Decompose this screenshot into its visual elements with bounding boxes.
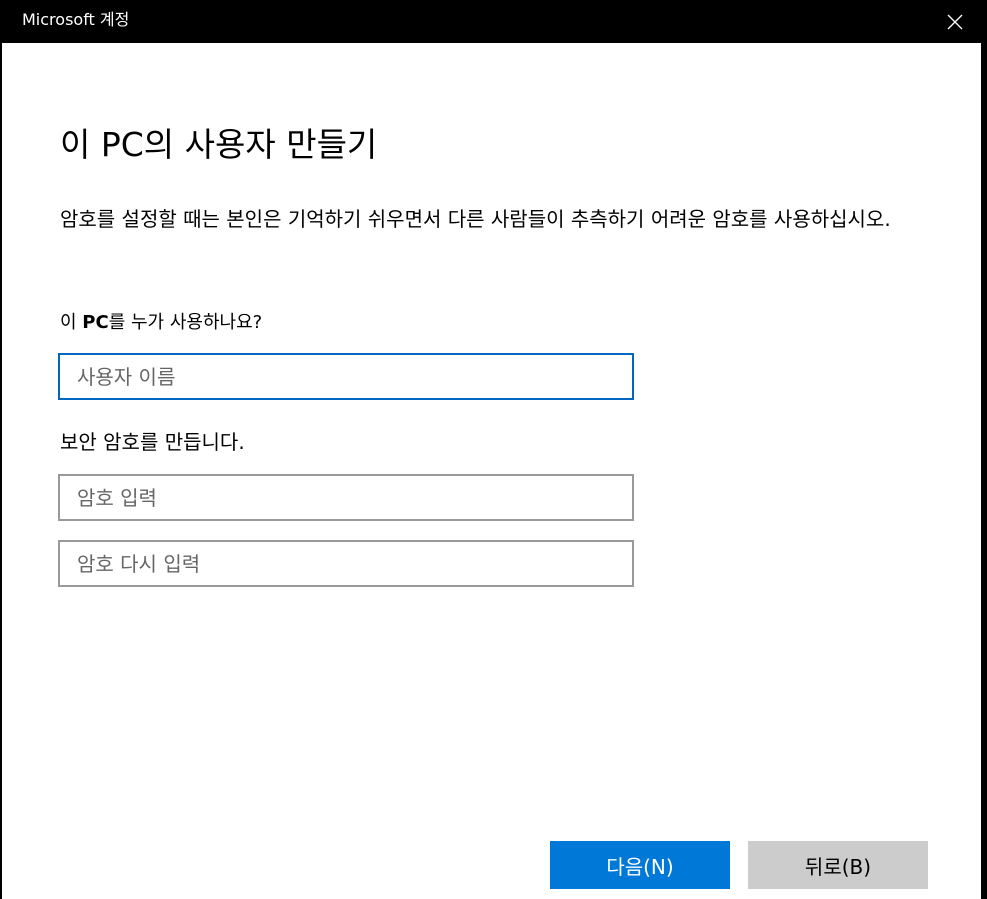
password-guidance-text: 암호를 설정할 때는 본인은 기억하기 쉬우면서 다른 사람들이 추측하기 어려…: [60, 207, 891, 231]
who-label-pc: PC: [82, 312, 109, 333]
page-title: 이 PC의 사용자 만들기: [60, 125, 378, 164]
close-icon: [947, 14, 963, 29]
dialog-window: Microsoft 계정 이 PC의 사용자 만들기 암호를 설정할 때는 본인…: [0, 0, 985, 899]
who-label-prefix: 이: [60, 312, 83, 333]
password-confirm-input[interactable]: [58, 540, 634, 587]
next-button[interactable]: 다음(N): [550, 841, 730, 889]
back-button[interactable]: 뒤로(B): [748, 841, 928, 889]
username-input[interactable]: [58, 353, 634, 400]
title-bar: Microsoft 계정: [2, 0, 985, 43]
close-button[interactable]: [925, 0, 985, 43]
dialog-content: 이 PC의 사용자 만들기 암호를 설정할 때는 본인은 기억하기 쉬우면서 다…: [2, 43, 985, 899]
who-label-suffix: 를 누가 사용하나요?: [108, 312, 263, 333]
password-input[interactable]: [58, 474, 634, 521]
who-uses-pc-label: 이 PC를 누가 사용하나요?: [60, 310, 262, 336]
window-title: Microsoft 계정: [22, 10, 130, 29]
create-password-label: 보안 암호를 만듭니다.: [60, 430, 245, 454]
